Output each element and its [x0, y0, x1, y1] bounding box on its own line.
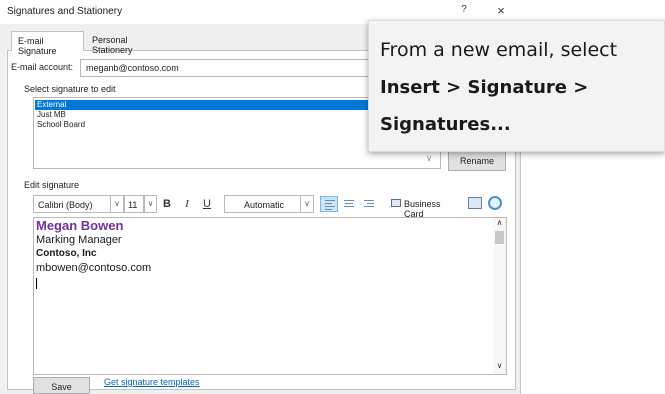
window-title: Signatures and Stationery — [7, 6, 123, 17]
font-chevron-down-icon[interactable]: ∨ — [110, 195, 124, 213]
insert-hyperlink-icon[interactable] — [488, 196, 502, 210]
font-select[interactable]: Calibri (Body) — [33, 195, 119, 213]
tab-email-signature[interactable]: E-mail Signature — [11, 31, 84, 56]
color-chevron-down-icon[interactable]: ∨ — [300, 195, 314, 213]
chevron-down-icon[interactable]: ∨ — [422, 153, 436, 167]
save-button[interactable]: Save — [33, 377, 90, 394]
bold-button[interactable]: B — [158, 195, 176, 213]
scroll-down-icon[interactable]: ∨ — [493, 361, 506, 373]
close-button[interactable]: × — [492, 3, 510, 21]
align-center-icon[interactable] — [340, 196, 358, 212]
email-account-label: E-mail account: — [11, 62, 74, 72]
align-right-icon[interactable] — [360, 196, 378, 212]
signature-title: Marking Manager — [36, 234, 122, 246]
business-card-button[interactable]: Business Card — [388, 195, 462, 219]
help-button[interactable]: ? — [456, 4, 472, 20]
rename-button[interactable]: Rename — [448, 150, 506, 171]
scroll-up-icon[interactable]: ∧ — [493, 218, 506, 230]
signature-company: Contoso, Inc — [36, 248, 97, 259]
get-signature-templates-link[interactable]: Get signature templates — [104, 377, 200, 387]
callout-text-line-1: From a new email, select — [380, 39, 618, 61]
callout-text-line-3: Signatures... — [380, 114, 511, 135]
select-signature-label: Select signature to edit — [24, 84, 116, 94]
edit-signature-label: Edit signature — [24, 180, 80, 190]
signature-name: Megan Bowen — [36, 218, 124, 233]
underline-button[interactable]: U — [198, 195, 216, 213]
callout-text-line-2: Insert > Signature > — [380, 77, 589, 98]
align-left-icon[interactable] — [320, 196, 338, 212]
insert-picture-icon[interactable] — [468, 197, 482, 209]
size-chevron-down-icon[interactable]: ∨ — [144, 195, 157, 213]
italic-button[interactable]: I — [178, 195, 196, 213]
signature-email: mbowen@contoso.com — [36, 262, 152, 274]
scroll-thumb[interactable] — [495, 231, 504, 244]
email-account-select[interactable]: meganb@contoso.com — [80, 59, 378, 77]
text-caret — [36, 278, 37, 289]
font-color-select[interactable]: Automatic — [224, 195, 304, 213]
font-size-select[interactable]: 11 — [124, 195, 144, 213]
tab-personal-stationery[interactable]: Personal Stationery — [86, 31, 172, 55]
